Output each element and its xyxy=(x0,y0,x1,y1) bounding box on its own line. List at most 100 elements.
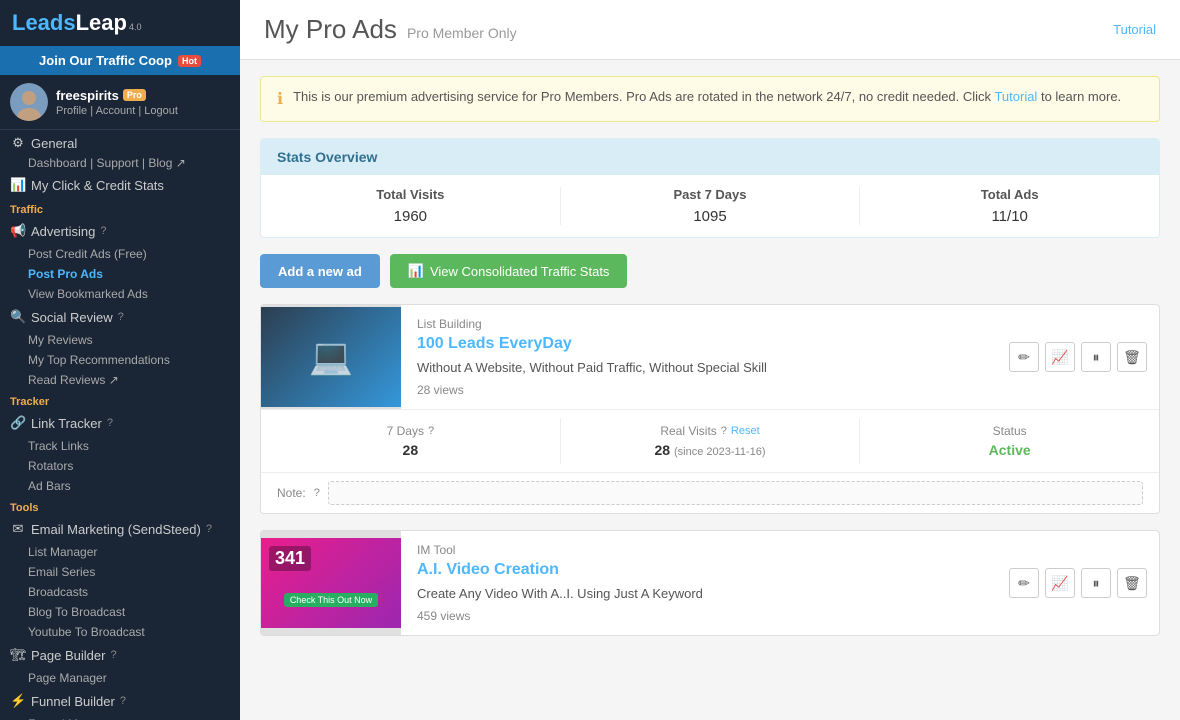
tools-label: Tools xyxy=(0,496,240,516)
sidebar-item-social-review[interactable]: 🔍 Social Review ? xyxy=(0,304,240,330)
username-text: freespirits xyxy=(56,88,119,103)
avatar xyxy=(10,83,48,121)
ad2-count-number: 341 xyxy=(269,546,311,571)
ad1-views: 28 views xyxy=(417,383,981,397)
post-credit-link[interactable]: Post Credit Ads (Free) xyxy=(0,244,240,264)
ad1-reset-link[interactable]: Reset xyxy=(731,425,760,437)
logo-version: 4.0 xyxy=(129,22,142,32)
advertising-question-icon[interactable]: ? xyxy=(100,225,106,237)
ad1-note-label: Note: xyxy=(277,486,306,500)
ad1-edit-button[interactable]: ✏ xyxy=(1009,342,1039,372)
ad1-title[interactable]: 100 Leads EveryDay xyxy=(417,335,981,353)
youtube-to-broadcast-link[interactable]: Youtube To Broadcast xyxy=(0,622,240,642)
add-new-ad-button[interactable]: Add a new ad xyxy=(260,254,380,288)
link-tracker-question-icon[interactable]: ? xyxy=(107,417,113,429)
coop-banner[interactable]: Join Our Traffic Coop Hot xyxy=(0,46,240,75)
sidebar-item-link-tracker[interactable]: 🔗 Link Tracker ? xyxy=(0,410,240,436)
pro-badge: Pro xyxy=(123,89,146,101)
ad1-status-label: Status xyxy=(860,424,1159,438)
page-builder-question-icon[interactable]: ? xyxy=(110,649,116,661)
top-recommendations-link[interactable]: My Top Recommendations xyxy=(0,350,240,370)
sidebar-item-general[interactable]: ⚙ General xyxy=(0,130,240,156)
page-manager-link[interactable]: Page Manager xyxy=(0,668,240,688)
sidebar: LeadsLeap 4.0 Join Our Traffic Coop Hot … xyxy=(0,0,240,720)
user-info: freespirits Pro Profile | Account | Logo… xyxy=(56,88,230,117)
read-reviews-text: Read Reviews xyxy=(28,373,105,387)
blog-to-broadcast-link[interactable]: Blog To Broadcast xyxy=(0,602,240,622)
sidebar-item-click-credit[interactable]: 📊 My Click & Credit Stats xyxy=(0,172,240,198)
ad1-real-visits-question-icon[interactable]: ? xyxy=(721,425,727,437)
funnel-builder-label: Funnel Builder xyxy=(31,694,115,709)
tutorial-link[interactable]: Tutorial xyxy=(1113,22,1156,37)
email-marketing-question-icon[interactable]: ? xyxy=(206,523,212,535)
list-manager-link[interactable]: List Manager xyxy=(0,542,240,562)
view-traffic-stats-label: View Consolidated Traffic Stats xyxy=(430,264,609,279)
hot-badge: Hot xyxy=(178,55,201,67)
track-links-link[interactable]: Track Links xyxy=(0,436,240,456)
funnel-manager-link[interactable]: Funnel Manager xyxy=(0,714,240,720)
broadcasts-link[interactable]: Broadcasts xyxy=(0,582,240,602)
account-link[interactable]: Account xyxy=(96,105,136,117)
stats-row: Total Visits 1960 Past 7 Days 1095 Total… xyxy=(261,175,1159,237)
traffic-label: Traffic xyxy=(0,198,240,218)
ad1-real-visits-since: (since 2023-11-16) xyxy=(674,446,766,458)
info-tutorial-link[interactable]: Tutorial xyxy=(994,89,1037,104)
support-link[interactable]: Support xyxy=(97,156,139,170)
page-title-area: My Pro Ads Pro Member Only xyxy=(264,14,517,45)
total-visits-label: Total Visits xyxy=(261,187,560,202)
sidebar-item-page-builder[interactable]: 🏗 Page Builder ? xyxy=(0,642,240,668)
stats-panel: Stats Overview Total Visits 1960 Past 7 … xyxy=(260,138,1160,238)
info-box: ℹ This is our premium advertising servic… xyxy=(260,76,1160,122)
stats-header: Stats Overview xyxy=(261,139,1159,175)
logout-link[interactable]: Logout xyxy=(144,105,178,117)
ad-card-2: 341 Check This Out Now IM Tool A.I. Vide… xyxy=(260,530,1160,636)
ad1-stat-days: 7 Days ? 28 xyxy=(261,418,560,464)
blog-link[interactable]: Blog xyxy=(148,156,172,170)
sidebar-item-email-marketing[interactable]: ✉ Email Marketing (SendSteed) ? xyxy=(0,516,240,542)
rotators-link[interactable]: Rotators xyxy=(0,456,240,476)
email-marketing-label: Email Marketing (SendSteed) xyxy=(31,522,201,537)
ad2-chart-button[interactable]: 📈 xyxy=(1045,568,1075,598)
ad2-category: IM Tool xyxy=(417,543,981,557)
general-links: Dashboard | Support | Blog ↗ xyxy=(0,156,240,172)
ad1-category: List Building xyxy=(417,317,981,331)
social-review-question-icon[interactable]: ? xyxy=(118,311,124,323)
page-builder-label: Page Builder xyxy=(31,648,105,663)
ad-main-row-1: List Building 100 Leads EveryDay Without… xyxy=(261,305,1159,409)
view-bookmarked-link[interactable]: View Bookmarked Ads xyxy=(0,284,240,304)
total-ads-value: 11/10 xyxy=(860,208,1159,225)
sidebar-item-advertising[interactable]: 📢 Advertising ? xyxy=(0,218,240,244)
tracker-label: Tracker xyxy=(0,390,240,410)
ad1-days-value: 28 xyxy=(261,442,560,458)
my-reviews-link[interactable]: My Reviews xyxy=(0,330,240,350)
ad1-days-question-icon[interactable]: ? xyxy=(428,425,434,437)
ad2-edit-button[interactable]: ✏ xyxy=(1009,568,1039,598)
ad-main-row-2: 341 Check This Out Now IM Tool A.I. Vide… xyxy=(261,531,1159,635)
ad1-note-question-icon[interactable]: ? xyxy=(314,487,320,499)
ad1-delete-button[interactable]: 🗑 xyxy=(1117,342,1147,372)
ad2-pause-button[interactable]: ⏸ xyxy=(1081,568,1111,598)
ad2-delete-button[interactable]: 🗑 xyxy=(1117,568,1147,598)
profile-link[interactable]: Profile xyxy=(56,105,87,117)
email-series-link[interactable]: Email Series xyxy=(0,562,240,582)
logo-leap: Leap xyxy=(76,10,127,35)
ad2-title[interactable]: A.I. Video Creation xyxy=(417,561,981,579)
funnel-builder-question-icon[interactable]: ? xyxy=(120,695,126,707)
dashboard-link[interactable]: Dashboard xyxy=(28,156,87,170)
ad1-pause-button[interactable]: ⏸ xyxy=(1081,342,1111,372)
view-traffic-stats-button[interactable]: 📊 View Consolidated Traffic Stats xyxy=(390,254,628,288)
link-tracker-icon: 🔗 xyxy=(10,415,26,431)
ad1-note-input[interactable] xyxy=(328,481,1143,505)
click-credit-icon: 📊 xyxy=(10,177,26,193)
social-review-label: Social Review xyxy=(31,310,113,325)
page-builder-icon: 🏗 xyxy=(10,647,26,663)
read-reviews-link[interactable]: Read Reviews ↗ xyxy=(0,370,240,390)
ad1-chart-button[interactable]: 📈 xyxy=(1045,342,1075,372)
ad1-description: Without A Website, Without Paid Traffic,… xyxy=(417,359,981,377)
post-pro-link[interactable]: Post Pro Ads xyxy=(0,264,240,284)
content-area: ℹ This is our premium advertising servic… xyxy=(240,60,1180,668)
sidebar-item-funnel-builder[interactable]: ⚡ Funnel Builder ? xyxy=(0,688,240,714)
ad2-thumbnail: 341 Check This Out Now xyxy=(261,538,401,628)
total-ads-label: Total Ads xyxy=(860,187,1159,202)
ad-bars-link[interactable]: Ad Bars xyxy=(0,476,240,496)
